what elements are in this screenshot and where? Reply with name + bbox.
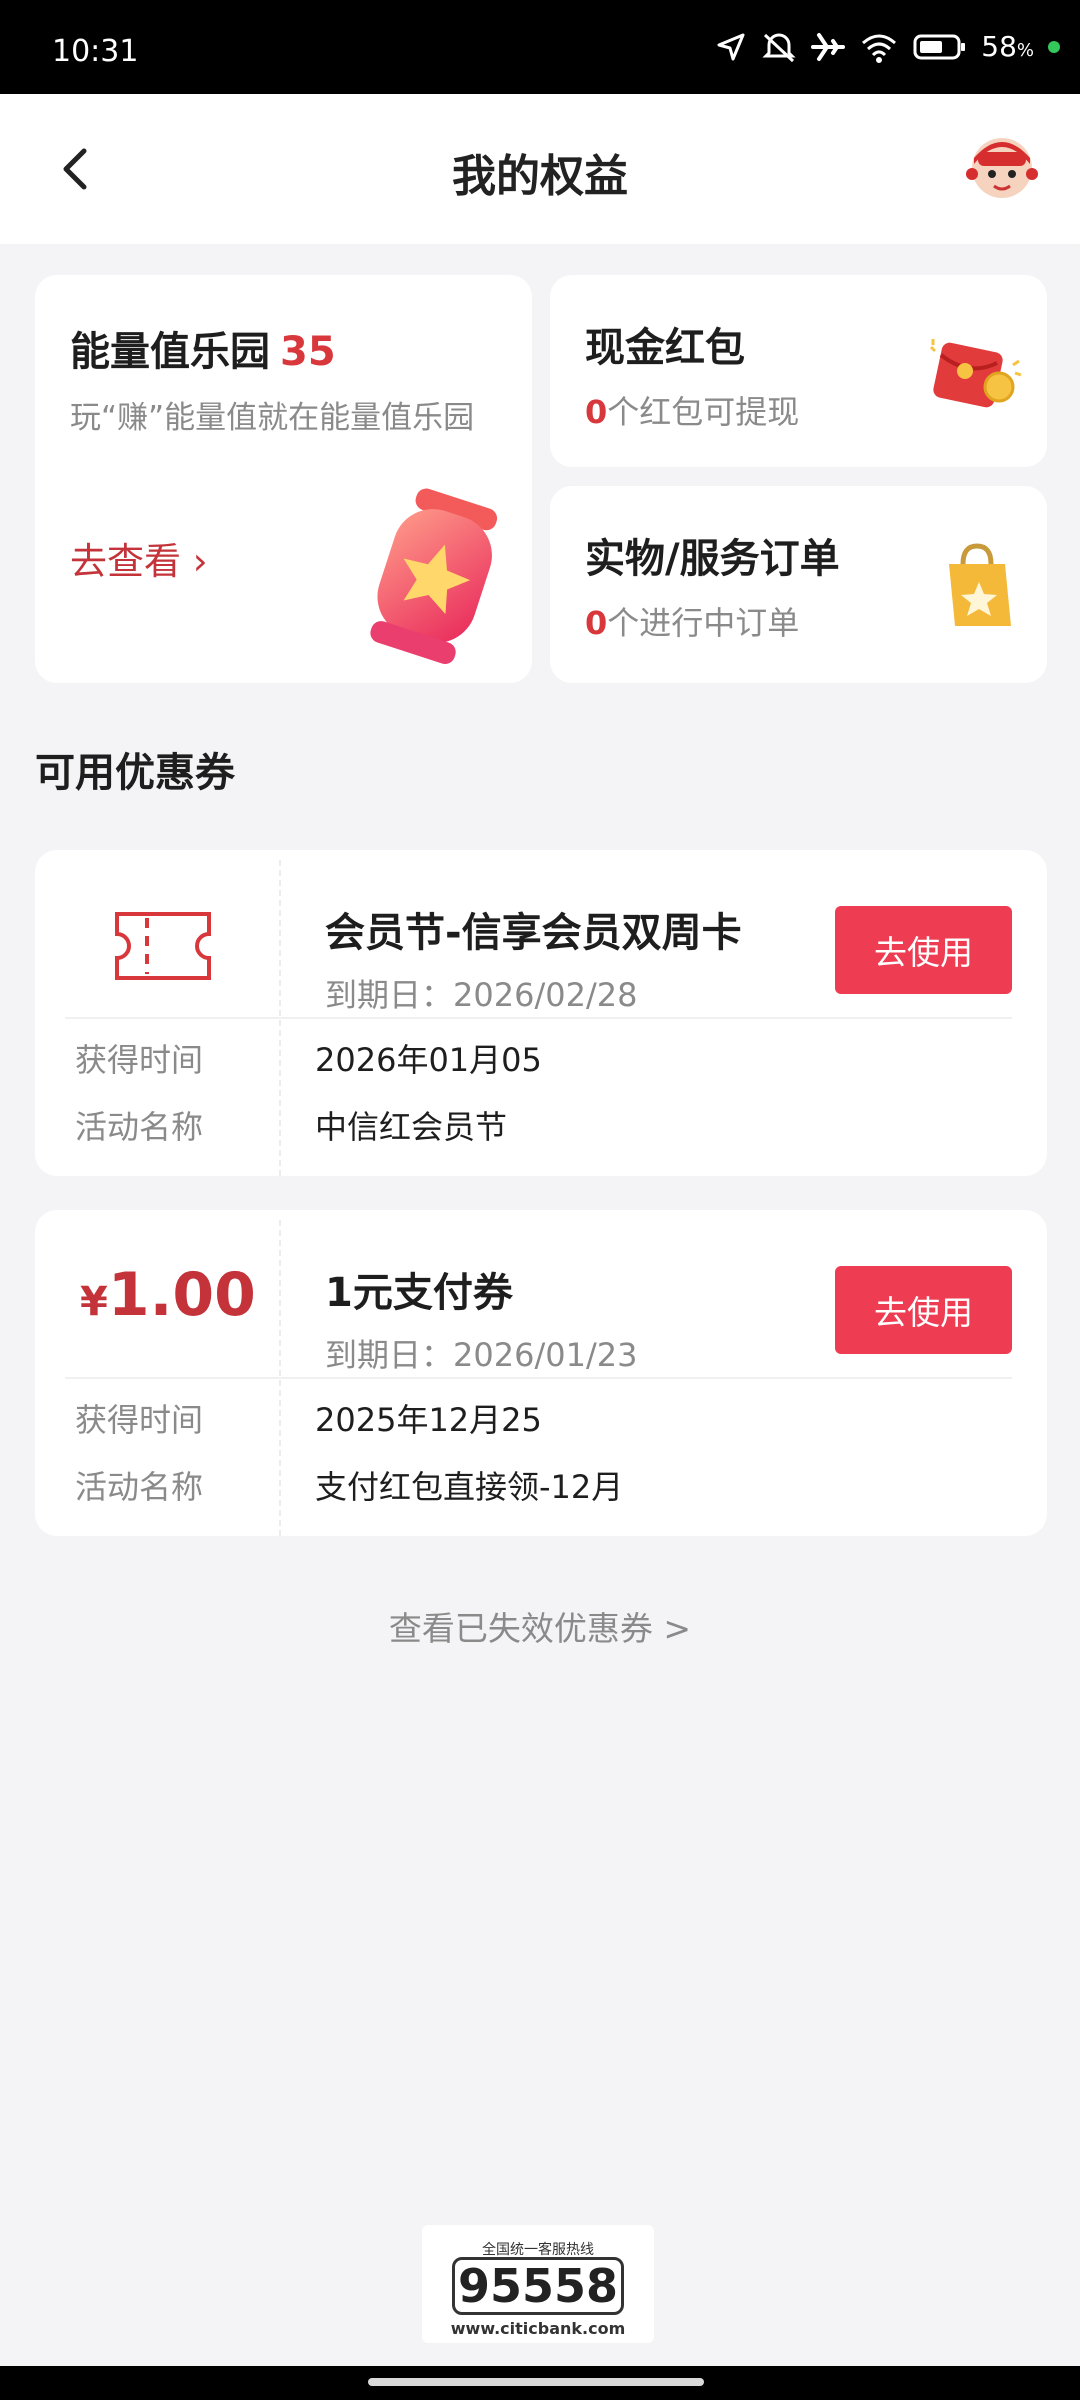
- available-coupons-heading: 可用优惠券: [35, 750, 235, 796]
- energy-view-link[interactable]: 去查看 ›: [70, 531, 208, 585]
- view-expired-coupons-link[interactable]: 查看已失效优惠券 >: [0, 1602, 1080, 1650]
- energy-park-card[interactable]: 能量值乐园 35 玩“赚”能量值就在能量值乐园 去查看 ›: [35, 275, 532, 683]
- obtained-time-value: 2026年01月05: [315, 1041, 542, 1079]
- ticket-icon: [115, 912, 211, 980]
- red-packet-icon: [929, 339, 1022, 408]
- wifi-icon: [862, 34, 897, 63]
- mascot-avatar-icon[interactable]: [964, 130, 1040, 206]
- coupon-separator: [65, 1017, 1012, 1019]
- coupon-left-zone: [35, 850, 280, 1015]
- coupon-expiry: 到期日：2026/01/23: [325, 1336, 638, 1374]
- location-icon: [717, 33, 745, 60]
- energy-value: 35: [280, 329, 336, 375]
- coupon-activity-row: 活动名称 中信红会员节: [75, 1102, 507, 1148]
- activity-name-label: 活动名称: [75, 1108, 204, 1146]
- airplane-icon: [811, 32, 846, 61]
- obtained-time-label: 获得时间: [75, 1041, 204, 1079]
- cash-red-packet-card[interactable]: 现金红包 0个红包可提现: [550, 275, 1047, 467]
- orders-subtitle: 0个进行中订单: [585, 604, 800, 642]
- coupon-activity-row: 活动名称 支付红包直接领-12月: [75, 1462, 623, 1508]
- star-jar-icon: [370, 488, 498, 664]
- status-time: 10:31: [52, 34, 139, 69]
- activity-name-value: 支付红包直接领-12月: [315, 1468, 624, 1506]
- coupon-obtained-row: 获得时间 2026年01月05: [75, 1035, 542, 1081]
- coupon-expiry: 到期日：2026/02/28: [325, 976, 638, 1014]
- coupon-name: 会员节-信享会员双周卡: [325, 910, 742, 956]
- customer-service-hotline[interactable]: 全国统一客服热线 95558 www.citicbank.com: [422, 2225, 654, 2343]
- page-title: 我的权益: [452, 151, 628, 202]
- coupon-amount: ¥1.00: [80, 1260, 256, 1330]
- physical-service-orders-card[interactable]: 实物/服务订单 0个进行中订单: [550, 486, 1047, 683]
- activity-name-value: 中信红会员节: [315, 1108, 508, 1146]
- status-icons: 58%: [715, 30, 1060, 63]
- hotline-number: 95558: [452, 2257, 624, 2315]
- coupon-separator: [65, 1377, 1012, 1379]
- hotline-url: www.citicbank.com: [450, 2319, 626, 2338]
- mute-icon: [762, 33, 796, 62]
- cash-subtitle: 0个红包可提现: [585, 393, 800, 431]
- obtained-time-label: 获得时间: [75, 1401, 204, 1439]
- app-header: 我的权益: [0, 94, 1080, 244]
- coupon-card: 会员节-信享会员双周卡 到期日：2026/02/28 去使用 获得时间 2026年…: [35, 850, 1047, 1176]
- coupon-obtained-row: 获得时间 2025年12月25: [75, 1395, 542, 1441]
- status-bar: 10:31 58%: [0, 0, 1080, 94]
- shopping-bag-icon: [949, 543, 1011, 626]
- privacy-indicator-dot: [1048, 40, 1060, 53]
- system-nav-bar: [0, 2366, 1080, 2400]
- amount-value: 1.00: [107, 1260, 256, 1330]
- coupon-name: 1元支付券: [325, 1270, 513, 1316]
- coupon-left-zone: ¥1.00: [35, 1210, 280, 1375]
- energy-title: 能量值乐园 35: [70, 329, 336, 375]
- cash-title: 现金红包: [585, 325, 745, 371]
- currency-symbol: ¥: [80, 1279, 108, 1325]
- use-coupon-button[interactable]: 去使用: [835, 1266, 1012, 1354]
- battery-percent: 58%: [981, 30, 1034, 63]
- activity-name-label: 活动名称: [75, 1468, 204, 1506]
- battery-icon: [913, 34, 966, 59]
- orders-title: 实物/服务订单: [585, 536, 840, 582]
- coupon-card: ¥1.00 1元支付券 到期日：2026/01/23 去使用 获得时间 2025年…: [35, 1210, 1047, 1536]
- hotline-caption: 全国统一客服热线: [482, 2242, 594, 2258]
- obtained-time-value: 2025年12月25: [315, 1401, 542, 1439]
- home-gesture-handle[interactable]: [368, 2378, 704, 2386]
- energy-description: 玩“赚”能量值就在能量值乐园: [70, 400, 475, 436]
- use-coupon-button[interactable]: 去使用: [835, 906, 1012, 994]
